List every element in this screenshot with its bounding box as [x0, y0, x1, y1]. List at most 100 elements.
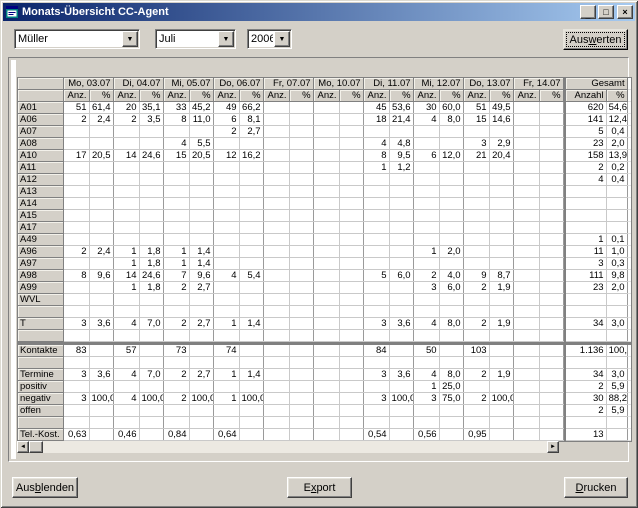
chevron-down-icon[interactable]: ▼ — [218, 31, 234, 47]
cell-pct — [289, 126, 313, 138]
cell-gesamt-pct — [606, 210, 627, 222]
cell-anz: 21 — [463, 150, 489, 162]
cell-anz — [463, 174, 489, 186]
cell-gesamt-pct: 5,9 — [606, 405, 627, 417]
row-label: positiv — [18, 381, 63, 393]
agent-combobox[interactable]: Müller ▼ — [14, 29, 140, 49]
cell-gesamt-anzahl — [566, 294, 606, 306]
row-label: Termine — [18, 369, 63, 381]
cell-anz: 6 — [413, 150, 439, 162]
cell-anz: 3 — [363, 369, 389, 381]
cell-anz — [213, 381, 239, 393]
cell-anz: 9 — [463, 270, 489, 282]
column-header-pct: % — [539, 90, 563, 102]
filler-cell — [627, 270, 631, 282]
cell-anz — [413, 234, 439, 246]
cell-pct — [539, 345, 563, 357]
drucken-button[interactable]: Drucken — [564, 477, 628, 498]
cell-pct — [339, 126, 363, 138]
cell-pct — [339, 330, 363, 342]
h-scrollbar[interactable]: ◄ ► — [17, 441, 559, 453]
table-row: A9622,411,811,412,0111,0 — [18, 246, 631, 258]
maximize-button[interactable]: □ — [598, 5, 614, 19]
chevron-down-icon[interactable]: ▼ — [122, 31, 138, 47]
cell-pct — [339, 381, 363, 393]
export-button[interactable]: Export — [287, 477, 352, 498]
table-row: T33,647,022,711,433,648,021,9343,0 — [18, 318, 631, 330]
cell-anz: 2 — [463, 282, 489, 294]
scroll-left-button[interactable]: ◄ — [17, 441, 29, 453]
column-header-day: Do, 06.07 — [213, 78, 263, 90]
cell-pct: 45,2 — [189, 102, 213, 114]
cell-pct — [489, 126, 513, 138]
cell-gesamt-pct: 54,6 — [606, 102, 627, 114]
month-combobox-value: Juli — [156, 33, 217, 45]
cell-anz — [113, 126, 139, 138]
cell-pct: 24,6 — [139, 150, 163, 162]
cell-anz: 45 — [363, 102, 389, 114]
cell-pct: 1,9 — [489, 318, 513, 330]
cell-anz — [463, 198, 489, 210]
cell-pct — [189, 417, 213, 429]
scroll-thumb[interactable] — [29, 441, 43, 453]
cell-pct — [289, 150, 313, 162]
cell-gesamt-pct: 0,4 — [606, 126, 627, 138]
month-combobox[interactable]: Juli ▼ — [155, 29, 236, 49]
scroll-track[interactable] — [43, 441, 547, 453]
minimize-button[interactable]: _ — [580, 5, 596, 19]
filler-cell — [627, 282, 631, 294]
cell-anz: 2 — [63, 246, 89, 258]
cell-anz: 50 — [413, 345, 439, 357]
cell-pct — [489, 222, 513, 234]
chevron-down-icon[interactable]: ▼ — [274, 31, 290, 47]
auswerten-button[interactable]: Auswerten — [563, 29, 628, 50]
cell-pct: 20,5 — [89, 150, 113, 162]
cell-pct — [89, 138, 113, 150]
cell-pct: 25,0 — [439, 381, 463, 393]
year-combobox[interactable]: 2006 ▼ — [247, 29, 292, 49]
cell-anz: 4 — [213, 270, 239, 282]
row-label: A17 — [18, 222, 63, 234]
cell-pct — [289, 102, 313, 114]
cell-pct — [389, 345, 413, 357]
cell-pct — [89, 186, 113, 198]
cell-anz: 51 — [463, 102, 489, 114]
cell-gesamt-pct: 3,0 — [606, 369, 627, 381]
column-header-anz: Anz. — [313, 90, 339, 102]
cell-pct — [389, 186, 413, 198]
scroll-right-button[interactable]: ► — [547, 441, 559, 453]
cell-pct — [539, 246, 563, 258]
cell-anz: 1 — [213, 393, 239, 405]
cell-pct — [389, 357, 413, 369]
column-header-pct: % — [189, 90, 213, 102]
cell-anz — [313, 246, 339, 258]
cell-gesamt-pct — [606, 357, 627, 369]
cell-anz — [163, 306, 189, 318]
cell-pct — [439, 405, 463, 417]
cell-anz — [213, 162, 239, 174]
cell-pct — [439, 258, 463, 270]
filler-cell — [627, 150, 631, 162]
cell-gesamt-pct — [606, 186, 627, 198]
cell-anz — [313, 270, 339, 282]
cell-anz — [213, 210, 239, 222]
cell-pct — [489, 306, 513, 318]
cell-pct — [389, 330, 413, 342]
cell-anz: 3 — [63, 393, 89, 405]
column-header-pct: % — [439, 90, 463, 102]
row-label: A12 — [18, 174, 63, 186]
close-button[interactable]: × — [617, 5, 633, 19]
cell-pct — [539, 282, 563, 294]
row-label: WVL — [18, 294, 63, 306]
ausblenden-button[interactable]: Ausblenden — [12, 477, 78, 498]
cell-pct — [289, 174, 313, 186]
cell-pct — [289, 258, 313, 270]
app-icon — [5, 5, 19, 19]
cell-anz — [463, 222, 489, 234]
row-label: A08 — [18, 138, 63, 150]
cell-anz — [413, 126, 439, 138]
cell-pct — [389, 210, 413, 222]
cell-pct — [139, 306, 163, 318]
cell-pct — [289, 294, 313, 306]
cell-pct — [239, 381, 263, 393]
